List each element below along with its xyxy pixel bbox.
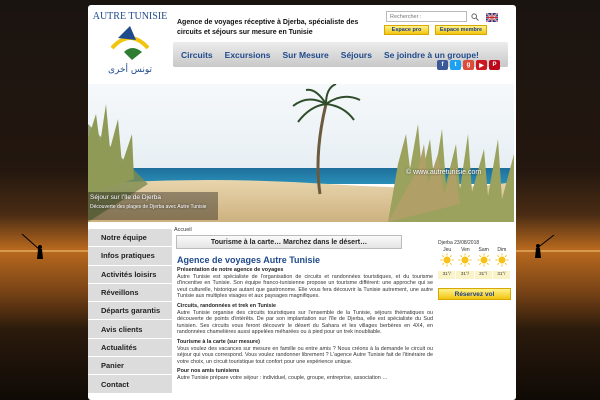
section-title: Pour nos amis tunisiens (177, 368, 240, 375)
pinterest-icon[interactable]: P (489, 60, 500, 70)
nav-excursions[interactable]: Excursions (219, 50, 277, 60)
reservez-vol-button[interactable]: Réservez vol (438, 288, 511, 300)
uk-flag-icon[interactable] (486, 13, 498, 22)
main-content: Présentation de notre agence de voyages … (177, 267, 433, 382)
espace-pro-button[interactable]: Espace pro (384, 25, 429, 35)
site-tagline: Agence de voyages réceptive à Djerba, sp… (177, 19, 359, 36)
hero-slideshow[interactable]: © www.autretunisie.com Séjour sur l'île … (88, 84, 514, 222)
facebook-icon[interactable]: f (437, 60, 448, 70)
hero-watermark: © www.autretunisie.com (406, 169, 482, 176)
section-text: Autre Tunisie organise des circuits tour… (177, 309, 433, 336)
page-container: AUTRE TUNISIE تونس أخرى Agence de voyage… (88, 5, 516, 400)
weather-temp: 31°/ (438, 271, 456, 279)
section-title: Circuits, randonnées et trek en Tunisie (177, 302, 277, 309)
hero-caption-subtitle: Découverte des plages de Djerba avec Aut… (90, 204, 207, 210)
sun-icon (456, 253, 474, 267)
sun-icon (493, 253, 511, 267)
section-text: Autre Tunisie prépare votre séjour : ind… (177, 374, 388, 381)
svg-text:AUTRE TUNISIE: AUTRE TUNISIE (93, 11, 168, 22)
search-input[interactable] (386, 11, 467, 22)
google-plus-icon[interactable]: g (463, 60, 474, 70)
nav-circuits[interactable]: Circuits (173, 50, 219, 60)
youtube-icon[interactable]: ▶ (476, 60, 487, 70)
sidebar-item-activites[interactable]: Activités loisirs (88, 266, 172, 284)
sun-icon (475, 253, 493, 267)
hero-caption-title: Séjour sur l'île de Djerba (90, 194, 161, 201)
section-text: Autre Tunisie est spécialiste de l'organ… (177, 273, 433, 300)
sidebar-item-equipe[interactable]: Notre équipe (88, 229, 172, 248)
sidebar-item-contact[interactable]: Contact (88, 375, 172, 394)
social-links: f t g ▶ P (437, 60, 500, 70)
sidebar-item-actualites[interactable]: Actualités (88, 339, 172, 358)
weather-temp: 31°/ (492, 271, 510, 279)
nav-sur-mesure[interactable]: Sur Mesure (276, 50, 334, 60)
nav-groupe[interactable]: Se joindre à un groupe! (378, 50, 485, 60)
page-title: Agence de voyages Autre Tunisie (177, 255, 321, 265)
section-text: Vous voulez des vacances sur mesure en f… (177, 345, 433, 365)
section-title: Présentation de notre agence de voyages (177, 267, 284, 273)
svg-text:تونس أخرى: تونس أخرى (108, 63, 153, 75)
search-icon[interactable] (470, 12, 480, 22)
weather-temp: 31°/ (474, 271, 492, 279)
weather-widget: Djerba 23/08/2018 Jeu Ven Sam Dim 31°/ 3… (438, 235, 511, 288)
promo-banner[interactable]: Tourisme à la carte… Marchez dans le dés… (176, 235, 402, 249)
weather-title: Djerba 23/08/2018 (438, 240, 480, 246)
fisherman-silhouette (21, 233, 43, 259)
espace-membre-button[interactable]: Espace membre (435, 25, 487, 35)
sidebar-item-reveillons[interactable]: Réveillons (88, 284, 172, 303)
sidebar-item-departs[interactable]: Départs garantis (88, 302, 172, 321)
section-title: Tourisme à la carte (sur mesure) (177, 338, 260, 345)
nav-sejours[interactable]: Séjours (335, 50, 378, 60)
brand-logo[interactable]: AUTRE TUNISIE تونس أخرى (92, 8, 168, 78)
weather-temp: 31°/ (456, 271, 474, 279)
sidebar-menu: Notre équipe Infos pratiques Activités l… (88, 229, 172, 394)
beach-palm-photo (88, 84, 514, 222)
sidebar-item-panier[interactable]: Panier (88, 357, 172, 376)
fisherman-silhouette (535, 234, 555, 258)
sidebar-item-avis[interactable]: Avis clients (88, 320, 172, 339)
sun-icon (438, 253, 456, 267)
sidebar-item-infos[interactable]: Infos pratiques (88, 247, 172, 266)
breadcrumb[interactable]: Accueil (174, 227, 192, 233)
twitter-icon[interactable]: t (450, 60, 461, 70)
